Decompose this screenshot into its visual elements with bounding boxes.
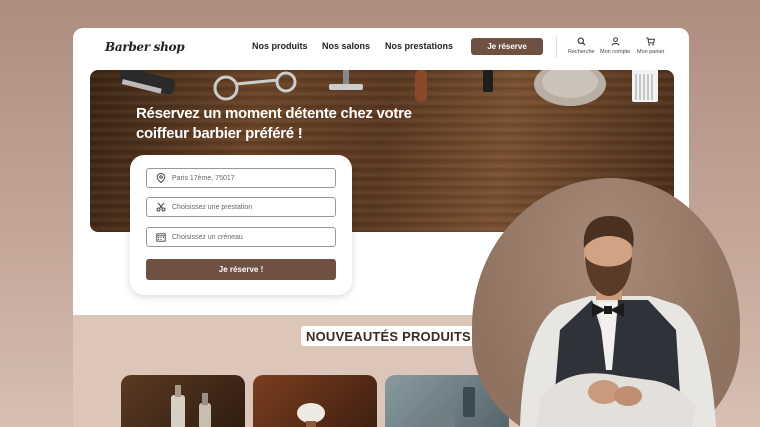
book-button[interactable]: Je réserve — [471, 38, 543, 55]
bottle-icon — [483, 70, 493, 92]
booking-form: Paris 17ème, 75017 Choisissez une presta… — [130, 155, 352, 295]
scissors-tool-icon — [213, 71, 297, 101]
razor-icon — [329, 70, 363, 90]
slot-field[interactable]: Choisissez un créneau — [146, 227, 336, 247]
hair-clipper-icon — [120, 70, 176, 95]
account-label: Mon compte — [600, 49, 631, 55]
search-icon — [577, 37, 586, 46]
shaving-brush-icon — [534, 70, 606, 106]
location-pin-icon — [156, 173, 166, 183]
brand-logo[interactable]: Barber shop — [105, 40, 185, 54]
cart-icon — [646, 37, 656, 46]
search-button[interactable]: Recherche — [568, 37, 595, 55]
nav-salons[interactable]: Nos salons — [322, 41, 370, 51]
service-field[interactable]: Choisissez une prestation — [146, 197, 336, 217]
location-field[interactable]: Paris 17ème, 75017 — [146, 168, 336, 188]
service-placeholder: Choisissez une prestation — [172, 203, 253, 211]
comb-icon — [632, 70, 658, 102]
slot-placeholder: Choisissez un créneau — [172, 233, 243, 241]
calendar-icon — [156, 233, 166, 242]
cart-button[interactable]: Mon panier — [637, 37, 665, 55]
submit-booking-button[interactable]: Je réserve ! — [146, 259, 336, 280]
product-image — [297, 403, 325, 427]
product-image — [171, 385, 211, 427]
header-divider — [556, 36, 557, 58]
nav-services[interactable]: Nos prestations — [385, 41, 453, 51]
user-icon — [611, 37, 620, 46]
product-card[interactable] — [253, 375, 377, 427]
cart-label: Mon panier — [637, 49, 665, 55]
scissors-icon — [156, 202, 166, 212]
section-title: NOUVEAUTÉS PRODUITS — [301, 326, 476, 346]
nav-products[interactable]: Nos produits — [252, 41, 308, 51]
wood-handle-icon — [415, 70, 427, 102]
account-button[interactable]: Mon compte — [600, 37, 630, 55]
location-value: Paris 17ème, 75017 — [172, 174, 235, 182]
search-label: Recherche — [568, 49, 595, 55]
product-card[interactable] — [121, 375, 245, 427]
hero-title: Réservez un moment détente chez votre co… — [136, 105, 412, 142]
